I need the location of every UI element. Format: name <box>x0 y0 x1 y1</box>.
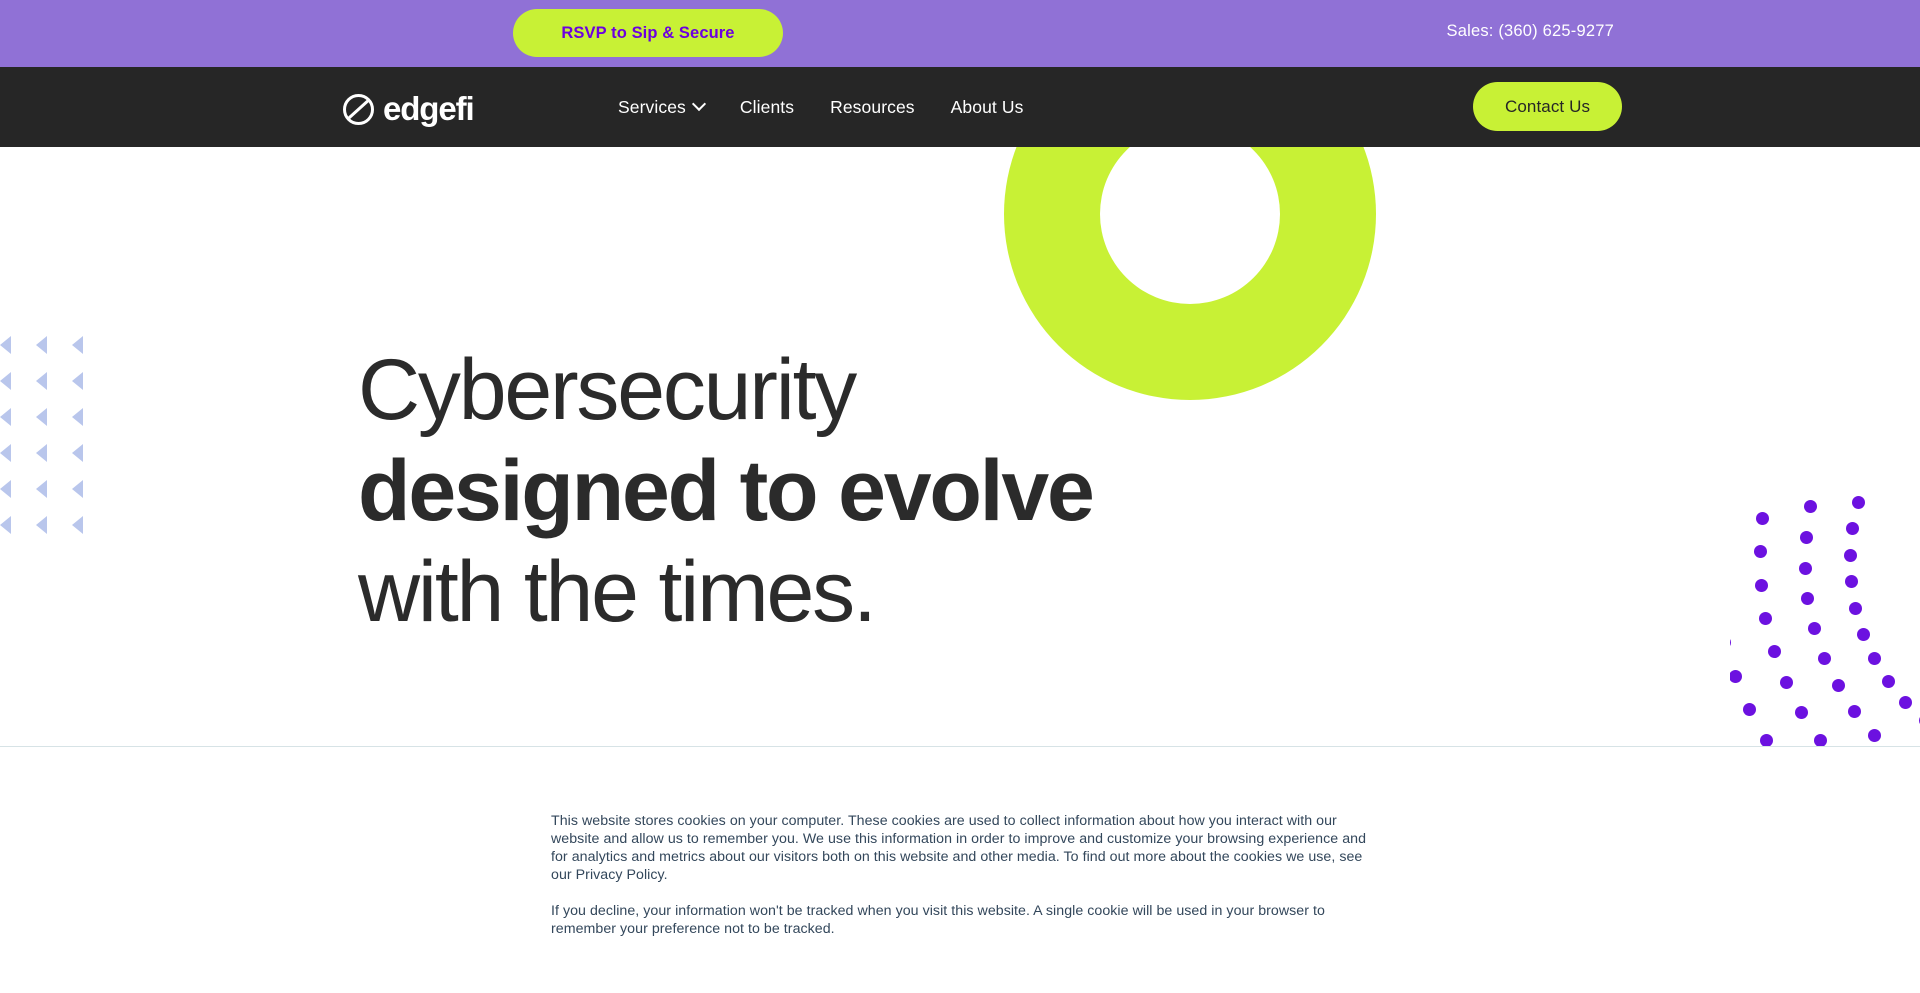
nav-item-resources[interactable]: Resources <box>812 97 933 118</box>
decorative-dot <box>1730 635 1732 649</box>
hero-line-3: with the times. <box>358 544 877 640</box>
cookie-consent-banner: This website stores cookies on your comp… <box>0 746 1920 993</box>
chevron-down-icon <box>691 96 706 112</box>
decorative-dot <box>1843 548 1857 562</box>
triangle-left-icon <box>0 402 36 438</box>
decorative-dot <box>1759 612 1773 626</box>
decorative-dot <box>1848 705 1862 719</box>
nav-item-about-us[interactable]: About Us <box>933 97 1042 118</box>
logo-wordmark: edgefi <box>383 90 475 127</box>
primary-nav: Services Clients Resources About Us <box>600 67 1041 147</box>
decorative-dot <box>1845 521 1859 535</box>
nav-item-services[interactable]: Services <box>600 97 722 118</box>
triangle-left-icon <box>0 474 36 510</box>
decorative-dot <box>1868 728 1882 742</box>
decorative-dot <box>1868 652 1882 666</box>
decorative-dot <box>1742 702 1756 716</box>
decorative-dot <box>1808 622 1821 636</box>
decorative-dot <box>1831 679 1845 693</box>
decorative-dot <box>1844 575 1858 589</box>
triangle-left-icon <box>72 474 108 510</box>
cookie-paragraph-1-period: . <box>663 867 668 883</box>
decorative-dot <box>1882 674 1896 688</box>
sales-phone[interactable]: Sales: (360) 625-9277 <box>1447 22 1614 41</box>
triangle-left-icon <box>72 330 108 366</box>
triangle-left-icon <box>72 438 108 474</box>
triangle-left-icon <box>0 510 36 546</box>
triangle-left-icon <box>36 366 72 402</box>
decorative-dot <box>1804 500 1818 514</box>
rsvp-button[interactable]: RSVP to Sip & Secure <box>513 9 783 57</box>
decorative-dot <box>1857 627 1870 641</box>
nav-item-services-label: Services <box>618 96 686 117</box>
decorative-dot <box>1753 545 1767 559</box>
main-navbar: edgefi Services Clients Resources About … <box>0 67 1920 147</box>
arrow-pattern-decoration <box>0 330 95 534</box>
cookie-paragraph-1-text: This website stores cookies on your comp… <box>551 813 1367 883</box>
decorative-dot <box>1799 530 1813 544</box>
cookie-paragraph-1: This website stores cookies on your comp… <box>551 812 1371 884</box>
triangle-left-icon <box>36 402 72 438</box>
page-root: RSVP to Sip & Secure Sales: (360) 625-92… <box>0 0 1920 993</box>
decorative-dot <box>1849 601 1863 615</box>
decorative-dot <box>1779 676 1793 690</box>
decorative-dot <box>1795 706 1809 720</box>
promo-bar: RSVP to Sip & Secure Sales: (360) 625-92… <box>0 0 1920 67</box>
triangle-left-icon <box>36 474 72 510</box>
privacy-policy-link[interactable]: Privacy Policy <box>576 867 664 883</box>
cookie-paragraph-2: If you decline, your information won't b… <box>551 903 1325 937</box>
decorative-dot <box>1756 511 1770 525</box>
decorative-dot <box>1818 651 1832 665</box>
hero-line-1: Cybersecurity <box>358 342 857 438</box>
triangle-left-icon <box>36 438 72 474</box>
decorative-dot <box>1767 644 1781 658</box>
decorative-dot <box>1730 669 1742 683</box>
triangle-left-icon <box>72 510 108 546</box>
triangle-left-icon <box>0 366 36 402</box>
triangle-left-icon <box>72 402 108 438</box>
triangle-left-icon <box>0 438 36 474</box>
decorative-dot <box>1754 578 1768 592</box>
hero-heading: Cybersecurity designed to evolve with th… <box>358 340 1095 643</box>
cookie-text-block: This website stores cookies on your comp… <box>551 812 1371 938</box>
triangle-left-icon <box>0 330 36 366</box>
decorative-dot <box>1899 695 1913 709</box>
triangle-left-icon <box>72 366 108 402</box>
decorative-dot <box>1801 592 1815 606</box>
dot-pattern-decoration <box>1730 440 1920 760</box>
circle-slash-icon <box>343 93 374 125</box>
hero-section: Cybersecurity designed to evolve with th… <box>358 340 1095 643</box>
contact-us-button[interactable]: Contact Us <box>1473 82 1622 131</box>
decorative-dot <box>1798 561 1812 575</box>
triangle-left-icon <box>36 510 72 546</box>
triangle-left-icon <box>36 330 72 366</box>
hero-line-2: designed to evolve <box>358 443 1095 539</box>
nav-item-clients[interactable]: Clients <box>722 97 812 118</box>
decorative-dot <box>1851 495 1865 509</box>
site-logo[interactable]: edgefi <box>343 90 475 128</box>
